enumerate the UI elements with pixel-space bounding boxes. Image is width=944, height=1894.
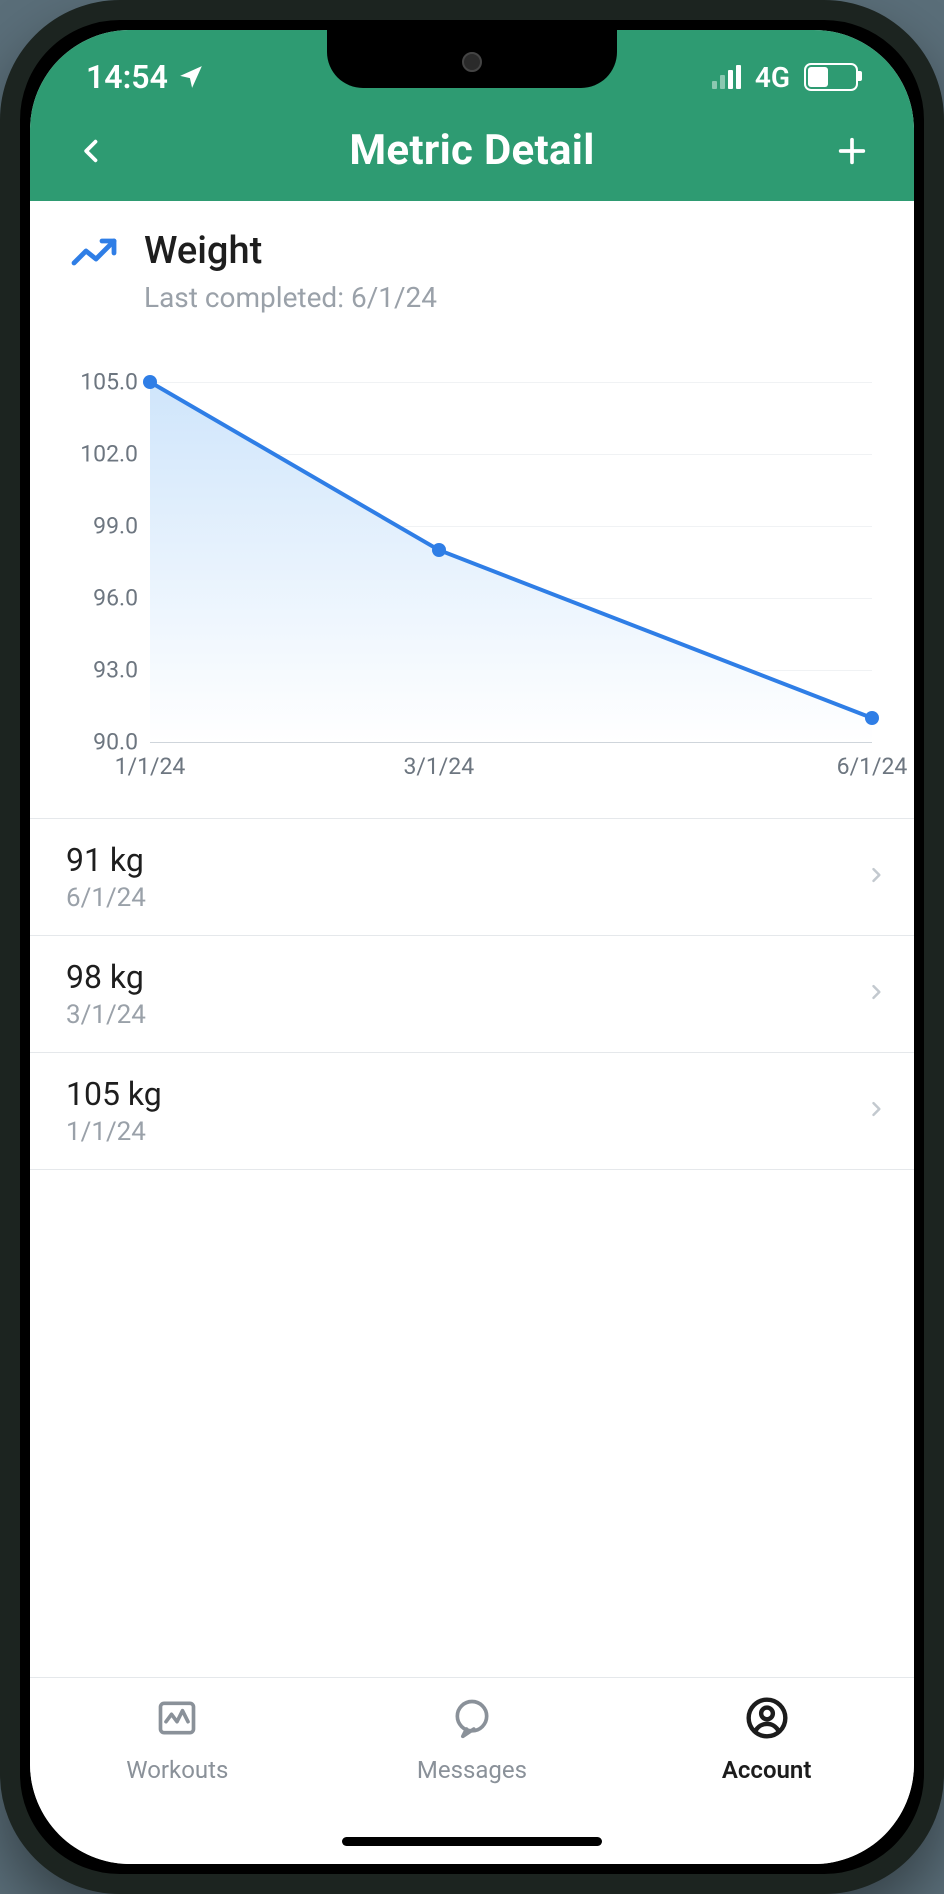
- tab-workouts[interactable]: Workouts: [77, 1696, 277, 1784]
- data-point[interactable]: [143, 375, 157, 389]
- plus-icon: [835, 134, 869, 168]
- add-button[interactable]: [830, 129, 874, 173]
- x-tick-label: 1/1/24: [115, 753, 186, 780]
- signal-icon: [712, 65, 741, 89]
- entry-row[interactable]: 98 kg 3/1/24: [30, 936, 914, 1053]
- y-tick-label: 93.0: [54, 656, 138, 683]
- network-label: 4G: [755, 61, 790, 94]
- tab-label: Account: [722, 1756, 812, 1784]
- entry-value: 105 kg: [66, 1075, 162, 1113]
- side-key: [14, 420, 20, 540]
- screen: 14:54 4G Metric Detail: [30, 30, 914, 1864]
- tab-account[interactable]: Account: [667, 1696, 867, 1784]
- metric-subtitle: Last completed: 6/1/24: [144, 281, 437, 314]
- chevron-right-icon: [866, 1095, 886, 1127]
- x-tick-label: 6/1/24: [837, 753, 908, 780]
- entry-value: 91 kg: [66, 841, 146, 879]
- weight-chart[interactable]: 90.093.096.099.0102.0105.01/1/243/1/246/…: [54, 368, 890, 798]
- content: Weight Last completed: 6/1/24 90.0 93.0 96…: [30, 201, 914, 1677]
- chart-area: [150, 382, 872, 742]
- x-axis: [150, 742, 872, 743]
- workouts-icon: [155, 1696, 199, 1746]
- side-key: [924, 460, 930, 630]
- tab-bar: Workouts Messages Account: [30, 1677, 914, 1864]
- messages-icon: [450, 1696, 494, 1746]
- y-tick-label: 96.0: [54, 584, 138, 611]
- data-point[interactable]: [432, 543, 446, 557]
- chevron-right-icon: [866, 861, 886, 893]
- tab-label: Workouts: [126, 1756, 228, 1784]
- metric-name: Weight: [144, 229, 437, 275]
- trend-up-icon: [70, 229, 118, 314]
- device-frame: 14:54 4G Metric Detail: [0, 0, 944, 1894]
- side-key: [14, 320, 20, 380]
- entries-list: 91 kg 6/1/24 98 kg 3/1/24 105 kg 1/1/24: [30, 818, 914, 1170]
- side-key: [14, 570, 20, 690]
- y-tick-label: 90.0: [54, 728, 138, 755]
- entry-value: 98 kg: [66, 958, 146, 996]
- entry-row[interactable]: 91 kg 6/1/24: [30, 819, 914, 936]
- status-right: 4G: [712, 61, 858, 94]
- chevron-left-icon: [78, 134, 106, 168]
- x-tick-label: 3/1/24: [403, 753, 474, 780]
- back-button[interactable]: [70, 129, 114, 173]
- data-point[interactable]: [865, 711, 879, 725]
- chart-container: 90.0 93.0 96.0 99.0 102.0 105.0 1/1/24 3/1/24 6/…: [30, 322, 914, 804]
- chevron-right-icon: [866, 978, 886, 1010]
- status-time: 14:54: [86, 58, 168, 96]
- metric-header: Weight Last completed: 6/1/24: [30, 201, 914, 322]
- y-tick-label: 105.0: [54, 368, 138, 395]
- battery-icon: [804, 63, 858, 91]
- y-tick-label: 99.0: [54, 512, 138, 539]
- home-indicator[interactable]: [342, 1837, 602, 1846]
- chart-svg: [150, 382, 872, 742]
- status-left: 14:54: [86, 58, 204, 96]
- y-tick-label: 102.0: [54, 440, 138, 467]
- tab-messages[interactable]: Messages: [372, 1696, 572, 1784]
- location-icon: [178, 64, 204, 90]
- page-title: Metric Detail: [349, 126, 594, 175]
- nav-bar: Metric Detail: [30, 102, 914, 175]
- entry-row[interactable]: 105 kg 1/1/24: [30, 1053, 914, 1170]
- tab-label: Messages: [417, 1756, 527, 1784]
- entry-date: 3/1/24: [66, 1000, 146, 1030]
- entry-date: 1/1/24: [66, 1117, 162, 1147]
- notch: [327, 30, 617, 88]
- entry-date: 6/1/24: [66, 883, 146, 913]
- account-icon: [745, 1696, 789, 1746]
